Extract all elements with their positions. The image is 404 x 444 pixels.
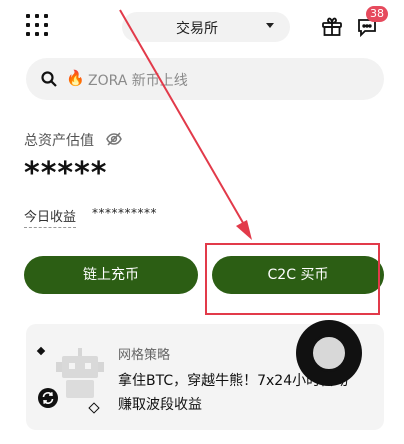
fire-icon: 🔥 bbox=[66, 69, 85, 87]
floating-assistive-button[interactable] bbox=[296, 320, 362, 386]
search-bar[interactable]: 🔥 ZORA 新币上线 bbox=[26, 58, 384, 100]
search-placeholder: ZORA 新币上线 bbox=[88, 73, 188, 89]
exchange-switcher[interactable]: 交易所 bbox=[122, 12, 290, 42]
highlight-box bbox=[205, 243, 380, 315]
message-badge: 38 bbox=[366, 6, 388, 22]
search-icon bbox=[41, 71, 57, 87]
gift-icon[interactable] bbox=[320, 14, 344, 38]
today-earnings-value: ********** bbox=[92, 206, 157, 220]
floating-button-ring bbox=[310, 334, 348, 372]
apps-grid-icon[interactable] bbox=[26, 14, 48, 36]
diamond-outline-decoration bbox=[88, 402, 100, 414]
eye-off-icon[interactable] bbox=[105, 130, 123, 148]
robot-icon bbox=[56, 348, 104, 398]
total-assets-value: ***** bbox=[24, 156, 108, 191]
exchange-label: 交易所 bbox=[176, 21, 218, 37]
caret-down-icon bbox=[266, 23, 274, 28]
card-title: 网格策略 bbox=[118, 348, 171, 363]
diamond-decoration bbox=[36, 346, 46, 356]
card-description-line2: 赚取波段收益 bbox=[118, 397, 202, 413]
today-earnings-label[interactable]: 今日收益 bbox=[24, 206, 77, 228]
sync-icon bbox=[38, 388, 58, 408]
onchain-deposit-button[interactable]: 链上充币 bbox=[24, 256, 198, 294]
total-assets-label: 总资产估值 bbox=[24, 133, 94, 149]
